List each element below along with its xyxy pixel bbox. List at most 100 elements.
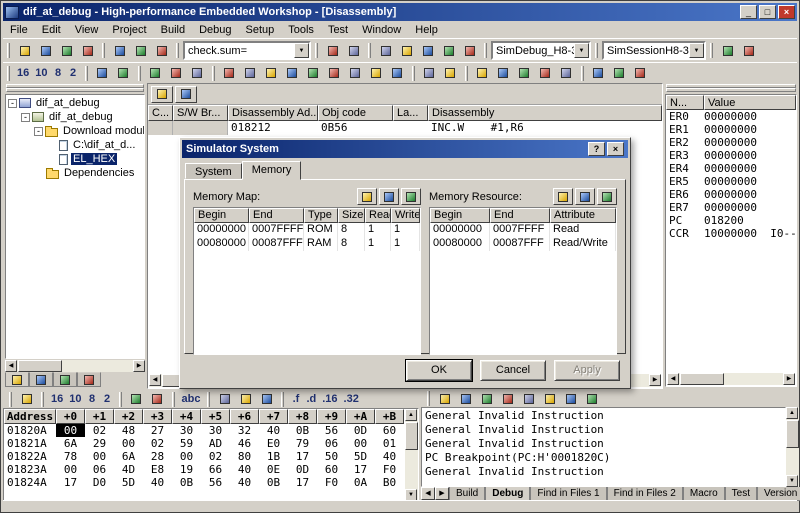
disassembly-column-header-c[interactable]: C... <box>148 105 173 121</box>
format-button-16[interactable]: 16 <box>48 391 66 407</box>
memory-address-header[interactable]: Address <box>4 409 56 424</box>
memory-byte[interactable]: 60 <box>375 424 404 437</box>
maximize-button[interactable]: □ <box>759 5 776 19</box>
save-icon[interactable] <box>56 42 77 60</box>
projects-tab-icon[interactable] <box>5 372 29 387</box>
memory-byte[interactable]: 27 <box>143 424 172 437</box>
collapse-expander-icon[interactable]: - <box>21 113 30 122</box>
output-tab-debug[interactable]: Debug <box>485 487 530 501</box>
test-tab-icon[interactable] <box>77 372 101 387</box>
memory-row[interactable]: 01823A00064DE81966400E0D6017F0 <box>4 463 418 476</box>
memory-byte[interactable]: 5D <box>346 450 375 463</box>
mr-row[interactable]: 0008000000087FFFRead/Write <box>430 237 616 251</box>
open-icon[interactable] <box>35 42 56 60</box>
output-tab-test[interactable]: Test <box>725 487 757 501</box>
disassembly-column-header-disassembly[interactable]: Disassembly <box>428 105 662 121</box>
memory-window-icon[interactable] <box>535 64 556 82</box>
format-button-8[interactable]: 8 <box>51 65 66 81</box>
dialog-tab-memory[interactable]: Memory <box>242 161 302 180</box>
format-button-16[interactable]: .16 <box>319 391 340 407</box>
memory-byte[interactable]: E8 <box>143 463 172 476</box>
memory-byte[interactable]: 79 <box>288 437 317 450</box>
collapse-expander-icon[interactable]: - <box>8 99 17 108</box>
format-button-f[interactable]: .f <box>288 391 303 407</box>
memory-byte[interactable]: 17 <box>346 463 375 476</box>
step-in-icon[interactable] <box>324 64 345 82</box>
minimize-button[interactable]: _ <box>740 5 757 19</box>
output-tab-find-in-files-1[interactable]: Find in Files 1 <box>530 487 606 501</box>
disassembly-column-header-disassembly-ad[interactable]: Disassembly Ad... <box>228 105 318 121</box>
menu-item-setup[interactable]: Setup <box>239 22 282 38</box>
register-value-header[interactable]: Value <box>704 95 796 110</box>
output-tab-macro[interactable]: Macro <box>683 487 725 501</box>
memory-column-header-1[interactable]: +1 <box>85 409 114 424</box>
mm-column-header-end[interactable]: End <box>249 208 304 223</box>
disassembly-column-header-obj-code[interactable]: Obj code <box>318 105 393 121</box>
insert-template-icon[interactable] <box>92 64 113 82</box>
format-button-32[interactable]: .32 <box>341 391 362 407</box>
ascii-display-icon[interactable] <box>147 390 168 408</box>
memory-byte[interactable]: AD <box>201 437 230 450</box>
menu-item-window[interactable]: Window <box>355 22 408 38</box>
session-combo[interactable]: SimSessionH8-300HA▼ <box>602 41 706 60</box>
clear-output-icon[interactable] <box>518 390 539 408</box>
toggle-breakpoint-icon[interactable] <box>145 64 166 82</box>
scrollbar-track[interactable] <box>405 421 418 489</box>
memory-byte[interactable]: 02 <box>201 450 230 463</box>
radix-10-icon[interactable] <box>493 64 514 82</box>
display-pc-icon[interactable] <box>419 64 440 82</box>
new-document-icon[interactable] <box>14 42 35 60</box>
register-name-header[interactable]: N... <box>666 95 704 110</box>
ok-button[interactable]: OK <box>406 360 472 381</box>
memory-byte[interactable]: 6A <box>56 437 85 450</box>
mr-column-header-attribute[interactable]: Attribute <box>550 208 616 223</box>
menu-item-tools[interactable]: Tools <box>281 22 321 38</box>
disassembly-row[interactable]: 0182120B56INC.W #1,R6 <box>148 121 662 135</box>
memory-column-header-6[interactable]: +6 <box>230 409 259 424</box>
dialog-title-bar[interactable]: Simulator System ? × <box>182 140 628 158</box>
go-icon[interactable] <box>240 64 261 82</box>
memory-column-header-5[interactable]: +5 <box>201 409 230 424</box>
mm-row[interactable]: 000000000007FFFFROM811 <box>194 223 420 237</box>
find-in-files-icon[interactable] <box>343 42 364 60</box>
memory-row[interactable]: 01822A78006A280002801B17505D40 <box>4 450 418 463</box>
delete-memory-map-icon[interactable] <box>401 188 421 205</box>
register-window-icon[interactable] <box>472 64 493 82</box>
tree-item-dif-at-debug[interactable]: -dif_at_debug <box>6 110 144 124</box>
mm-column-header-read[interactable]: Read <box>365 208 391 223</box>
memory-column-header-7[interactable]: +7 <box>259 409 288 424</box>
dialog-tab-system[interactable]: System <box>185 163 242 179</box>
delete-memory-resource-icon[interactable] <box>597 188 617 205</box>
format-button-2[interactable]: 2 <box>66 65 81 81</box>
step-over-icon[interactable] <box>345 64 366 82</box>
memory-byte[interactable]: 00 <box>56 463 85 476</box>
memory-byte[interactable]: 00 <box>346 437 375 450</box>
mr-row[interactable]: 000000000007FFFFRead <box>430 223 616 237</box>
memory-byte[interactable]: 00 <box>172 450 201 463</box>
templates-tab-icon[interactable] <box>29 372 53 387</box>
memory-byte[interactable]: 60 <box>317 463 346 476</box>
memory-byte[interactable]: 1B <box>259 450 288 463</box>
disassembly-view-icon[interactable] <box>151 86 173 103</box>
unicode-display-icon[interactable] <box>256 390 277 408</box>
memory-byte[interactable]: 30 <box>201 424 230 437</box>
register-row-er5[interactable]: ER500000000 <box>666 175 796 188</box>
sjis-display-icon[interactable] <box>214 390 235 408</box>
mm-column-header-write[interactable]: Write <box>391 208 420 223</box>
tree-item-download-modules[interactable]: -Download modules <box>6 124 144 138</box>
disassembly-column-header-s-w-br[interactable]: S/W Br... <box>173 105 228 121</box>
navigate-last-icon[interactable] <box>497 390 518 408</box>
reset-cpu-icon[interactable] <box>219 64 240 82</box>
memory-byte[interactable]: D0 <box>85 476 114 489</box>
memory-byte[interactable]: 50 <box>317 450 346 463</box>
memory-byte[interactable]: 0A <box>346 476 375 489</box>
disassembly-column-header-la[interactable]: La... <box>393 105 428 121</box>
build-icon[interactable] <box>396 42 417 60</box>
mm-column-header-size[interactable]: Size <box>338 208 365 223</box>
scrollbar-thumb[interactable] <box>680 373 724 385</box>
tab-scroll-left-icon[interactable]: ◀ <box>421 487 435 500</box>
memory-byte[interactable]: 78 <box>56 450 85 463</box>
modify-memory-map-icon[interactable] <box>379 188 399 205</box>
menu-item-edit[interactable]: Edit <box>35 22 68 38</box>
memory-byte[interactable]: 46 <box>230 437 259 450</box>
